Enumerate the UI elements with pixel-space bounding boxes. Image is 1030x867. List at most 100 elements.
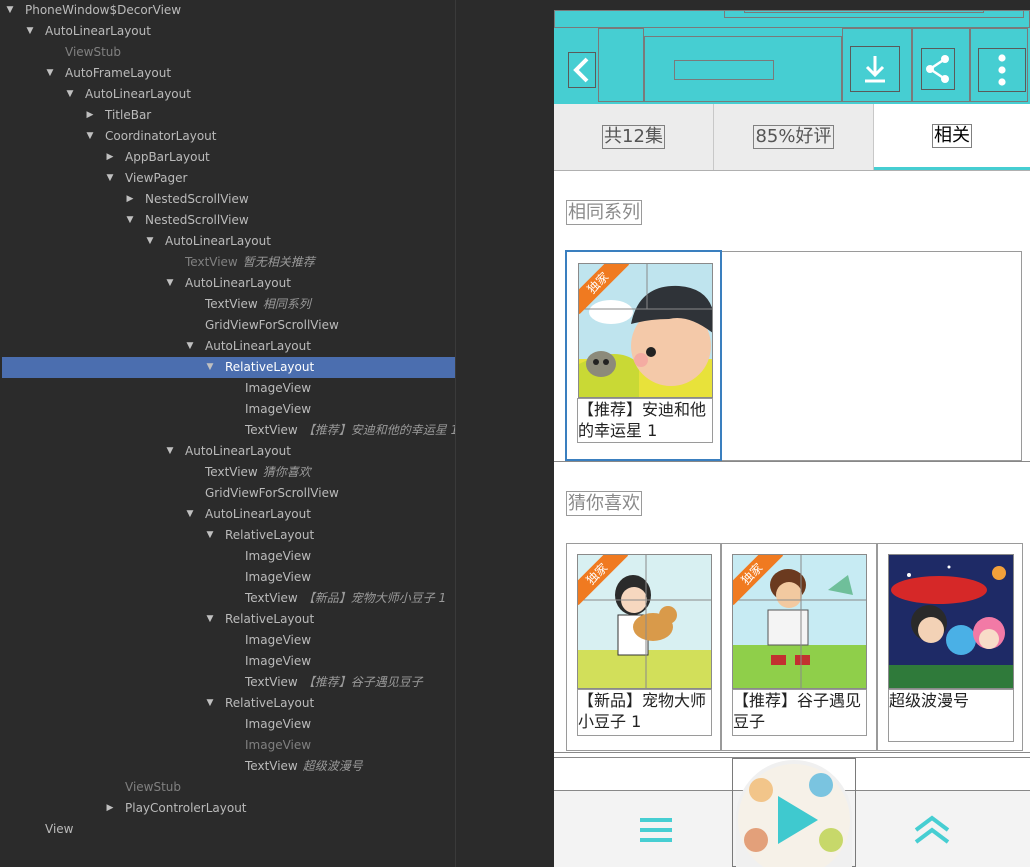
tree-node[interactable]: TextView 超级波漫号 bbox=[2, 756, 455, 777]
tree-node-label: PlayControlerLayout bbox=[125, 798, 247, 819]
tab-related[interactable]: 相关 bbox=[874, 104, 1030, 170]
expand-down-icon[interactable]: ▼ bbox=[204, 693, 216, 714]
tree-node-label: AutoLinearLayout bbox=[85, 84, 191, 105]
tree-node-label: TextView 【推荐】安迪和他的幸运星 1 bbox=[245, 420, 455, 441]
tree-node[interactable]: ImageView bbox=[2, 567, 455, 588]
node-class-name: ImageView bbox=[245, 381, 312, 395]
guess-card-1[interactable]: 独家 【新品】宠物大师小豆子 1 bbox=[566, 543, 721, 751]
expand-down-icon[interactable]: ▼ bbox=[204, 525, 216, 546]
tree-node[interactable]: ImageView bbox=[2, 651, 455, 672]
tab-related-label: 相关 bbox=[932, 123, 972, 148]
node-class-name: ImageView bbox=[245, 549, 312, 563]
tree-node[interactable]: ▼ RelativeLayout bbox=[2, 609, 455, 630]
tree-node[interactable]: ▶ TitleBar bbox=[2, 105, 455, 126]
tree-node[interactable]: ▼ AutoLinearLayout bbox=[2, 21, 455, 42]
expand-down-icon[interactable]: ▼ bbox=[184, 504, 196, 525]
tree-node[interactable]: ImageView bbox=[2, 378, 455, 399]
node-class-name: AutoLinearLayout bbox=[185, 276, 291, 290]
expand-down-icon[interactable]: ▼ bbox=[64, 84, 76, 105]
tree-node[interactable]: ▼ AutoLinearLayout bbox=[2, 441, 455, 462]
expand-down-icon[interactable]: ▼ bbox=[44, 63, 56, 84]
expand-down-icon[interactable]: ▼ bbox=[124, 210, 136, 231]
node-class-name: NestedScrollView bbox=[145, 213, 249, 227]
tree-node[interactable]: ▼ ViewPager bbox=[2, 168, 455, 189]
node-class-name: RelativeLayout bbox=[225, 696, 315, 710]
expand-right-icon[interactable]: ▶ bbox=[104, 147, 116, 168]
node-text-preview: 暂无相关推荐 bbox=[242, 255, 315, 269]
tab-episodes[interactable]: 共12集 bbox=[554, 104, 714, 170]
node-class-name: CoordinatorLayout bbox=[105, 129, 217, 143]
tree-node-label: AutoLinearLayout bbox=[205, 336, 311, 357]
tree-node[interactable]: ▶ PlayControlerLayout bbox=[2, 798, 455, 819]
cover-image: 独家 bbox=[732, 554, 867, 689]
tree-node-label: ImageView bbox=[245, 651, 311, 672]
status-bar bbox=[554, 0, 1030, 10]
tree-node[interactable]: ▼ RelativeLayout bbox=[2, 693, 455, 714]
tree-node[interactable]: ▼ RelativeLayout bbox=[2, 525, 455, 546]
node-class-name: ViewStub bbox=[125, 780, 182, 794]
tree-node[interactable]: TextView 暂无相关推荐 bbox=[2, 252, 455, 273]
tree-node[interactable]: ▼ AutoLinearLayout bbox=[2, 504, 455, 525]
scroll-top-button[interactable] bbox=[912, 814, 952, 846]
tree-node[interactable]: ▼ PhoneWindow$DecorView bbox=[2, 0, 455, 21]
tree-node-label: RelativeLayout bbox=[225, 357, 314, 378]
share-button[interactable] bbox=[921, 48, 955, 90]
tree-node[interactable]: ▼ AutoLinearLayout bbox=[2, 273, 455, 294]
tree-node[interactable]: ImageView bbox=[2, 630, 455, 651]
expand-right-icon[interactable]: ▶ bbox=[104, 798, 116, 819]
guess-card-2[interactable]: 独家 【推荐】谷子遇见豆子 bbox=[721, 543, 877, 751]
tree-node-label: ViewPager bbox=[125, 168, 187, 189]
expand-down-icon[interactable]: ▼ bbox=[84, 126, 96, 147]
node-class-name: View bbox=[45, 822, 74, 836]
expand-down-icon[interactable]: ▼ bbox=[164, 273, 176, 294]
tree-node[interactable]: ▼ AutoLinearLayout bbox=[2, 336, 455, 357]
tree-node[interactable]: ImageView bbox=[2, 399, 455, 420]
expand-down-icon[interactable]: ▼ bbox=[24, 21, 36, 42]
tree-node[interactable]: ▶ NestedScrollView bbox=[2, 189, 455, 210]
tree-node[interactable]: ▼ CoordinatorLayout bbox=[2, 126, 455, 147]
expand-down-icon[interactable]: ▼ bbox=[164, 441, 176, 462]
tree-node[interactable]: TextView 【推荐】谷子遇见豆子 bbox=[2, 672, 455, 693]
tree-node[interactable]: GridViewForScrollView bbox=[2, 315, 455, 336]
tab-rating-label: 85%好评 bbox=[753, 125, 834, 149]
tree-node[interactable]: ImageView bbox=[2, 735, 455, 756]
tree-node[interactable]: TextView 【推荐】安迪和他的幸运星 1 bbox=[2, 420, 455, 441]
tab-rating[interactable]: 85%好评 bbox=[714, 104, 874, 170]
expand-down-icon[interactable]: ▼ bbox=[4, 0, 16, 21]
node-class-name: TextView bbox=[185, 255, 238, 269]
download-button[interactable] bbox=[850, 46, 900, 92]
expand-right-icon[interactable]: ▶ bbox=[84, 105, 96, 126]
node-class-name: TextView bbox=[205, 465, 258, 479]
tree-node-label: AutoLinearLayout bbox=[45, 21, 151, 42]
tree-node-label: ViewStub bbox=[125, 777, 181, 798]
play-button[interactable] bbox=[736, 760, 852, 867]
tree-node[interactable]: ViewStub bbox=[2, 42, 455, 63]
tree-node[interactable]: ▼ RelativeLayout bbox=[2, 357, 455, 378]
tree-node[interactable]: ▼ AutoLinearLayout bbox=[2, 84, 455, 105]
guess-card-3[interactable]: 超级波漫号 bbox=[877, 543, 1023, 751]
expand-down-icon[interactable]: ▼ bbox=[204, 357, 216, 378]
tree-node-label: TextView 相同系列 bbox=[205, 294, 311, 315]
series-card-1[interactable]: 独家 【推荐】安迪和他的幸运星 1 bbox=[565, 250, 722, 461]
expand-down-icon[interactable]: ▼ bbox=[184, 336, 196, 357]
tree-node[interactable]: ▶ AppBarLayout bbox=[2, 147, 455, 168]
tree-node[interactable]: GridViewForScrollView bbox=[2, 483, 455, 504]
tree-node[interactable]: ▼ AutoFrameLayout bbox=[2, 63, 455, 84]
tree-node[interactable]: ▼ AutoLinearLayout bbox=[2, 231, 455, 252]
tree-node[interactable]: TextView 相同系列 bbox=[2, 294, 455, 315]
expand-down-icon[interactable]: ▼ bbox=[204, 609, 216, 630]
tree-node[interactable]: TextView 猜你喜欢 bbox=[2, 462, 455, 483]
tree-node[interactable]: TextView 【新品】宠物大师小豆子 1 bbox=[2, 588, 455, 609]
menu-button[interactable] bbox=[639, 815, 673, 845]
tree-node[interactable]: ImageView bbox=[2, 714, 455, 735]
tree-node[interactable]: ImageView bbox=[2, 546, 455, 567]
tree-node[interactable]: ▼ NestedScrollView bbox=[2, 210, 455, 231]
tree-node[interactable]: ViewStub bbox=[2, 777, 455, 798]
expand-right-icon[interactable]: ▶ bbox=[124, 189, 136, 210]
back-button[interactable] bbox=[568, 52, 596, 88]
more-button[interactable] bbox=[978, 48, 1026, 92]
tree-node[interactable]: View bbox=[2, 819, 455, 840]
tree-node-label: TextView 【新品】宠物大师小豆子 1 bbox=[245, 588, 446, 609]
expand-down-icon[interactable]: ▼ bbox=[104, 168, 116, 189]
expand-down-icon[interactable]: ▼ bbox=[144, 231, 156, 252]
